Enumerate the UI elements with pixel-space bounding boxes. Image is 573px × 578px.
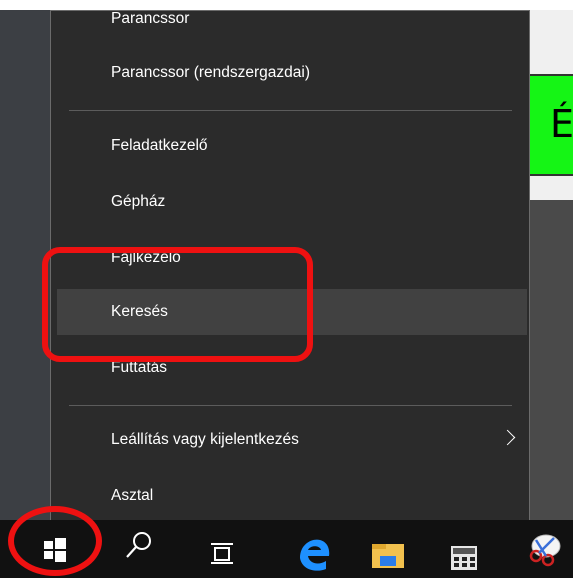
- edge-browser-icon[interactable]: [296, 536, 332, 572]
- menu-separator: [69, 110, 512, 111]
- snipping-tool-icon[interactable]: [522, 528, 562, 570]
- screen: É Parancssor Parancssor (rendszergazdai)…: [0, 0, 573, 578]
- chevron-right-icon: [499, 429, 516, 446]
- menu-item-shutdown-or-signout[interactable]: Leállítás vagy kijelentkezés: [57, 417, 527, 463]
- background-window-dark-area: [530, 200, 573, 520]
- background-window-green-panel: É: [530, 74, 573, 176]
- menu-item-desktop[interactable]: Asztal: [57, 473, 527, 519]
- file-explorer-icon[interactable]: [370, 540, 406, 570]
- menu-item-label: Parancssor (rendszergazdai): [111, 64, 311, 81]
- menu-item-settings[interactable]: Gépház: [57, 179, 527, 225]
- menu-separator: [69, 405, 512, 406]
- background-window-toolbar: [530, 10, 573, 74]
- menu-item-command-prompt-admin[interactable]: Parancssor (rendszergazdai): [57, 50, 527, 96]
- background-window-fragment-text: É: [550, 102, 573, 146]
- annotation-start-button-circle: [8, 506, 102, 576]
- menu-item-task-manager[interactable]: Feladatkezelő: [57, 123, 527, 169]
- search-icon[interactable]: [125, 530, 153, 560]
- background-window-strip: [530, 176, 573, 200]
- menu-item-label: Leállítás vagy kijelentkezés: [111, 431, 299, 448]
- task-view-icon[interactable]: [206, 538, 240, 568]
- calculator-icon[interactable]: [448, 540, 482, 572]
- menu-item-label: Asztal: [111, 487, 154, 504]
- menu-item-label: Feladatkezelő: [111, 137, 208, 154]
- annotation-highlight-rectangle: [42, 247, 313, 362]
- menu-item-label: Gépház: [111, 193, 166, 210]
- menu-item-command-prompt[interactable]: Parancssor: [57, 10, 527, 42]
- menu-item-label: Parancssor: [111, 10, 190, 27]
